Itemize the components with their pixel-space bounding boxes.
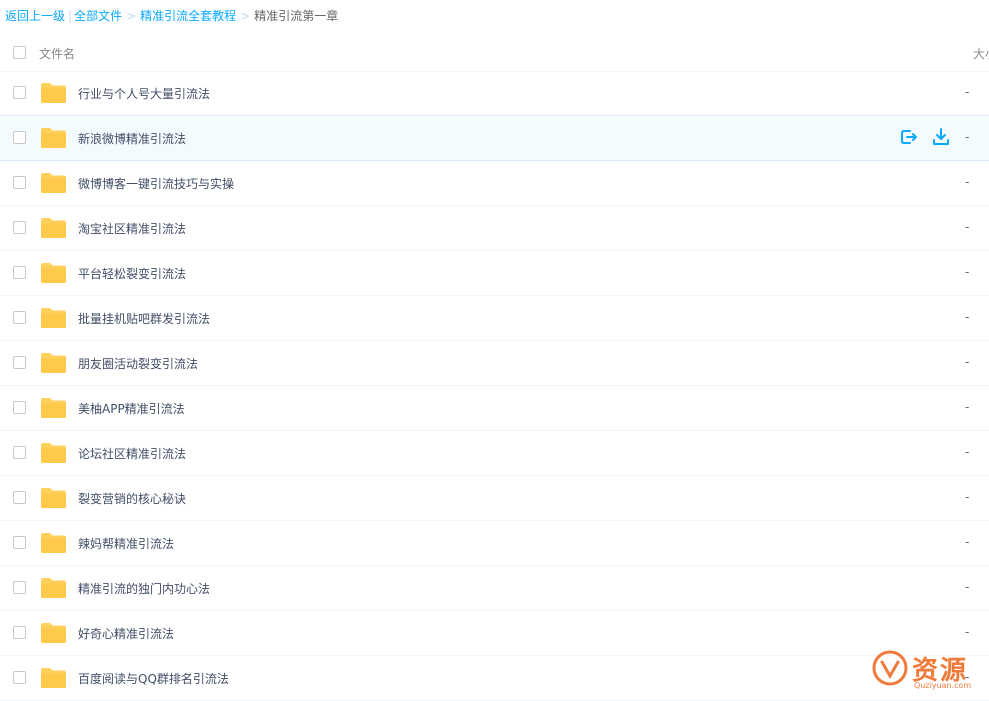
row-checkbox[interactable]: [13, 581, 26, 594]
row-checkbox[interactable]: [13, 221, 26, 234]
folder-name-link[interactable]: 论坛社区精准引流法: [78, 445, 186, 462]
watermark-logo-icon: [872, 650, 908, 686]
folder-icon[interactable]: [40, 442, 67, 464]
file-size: -: [965, 490, 970, 504]
file-size: -: [965, 535, 970, 549]
column-header-size[interactable]: 大小: [973, 45, 989, 62]
folder-icon[interactable]: [40, 127, 67, 149]
folder-icon[interactable]: [40, 667, 67, 689]
folder-icon[interactable]: [40, 487, 67, 509]
table-row[interactable]: 微博博客一键引流技巧与实操 -: [0, 161, 989, 206]
table-row[interactable]: 淘宝社区精准引流法 -: [0, 206, 989, 251]
column-header-name[interactable]: 文件名: [39, 45, 75, 62]
all-files-link[interactable]: 全部文件: [74, 9, 122, 23]
row-checkbox[interactable]: [13, 491, 26, 504]
select-all-checkbox[interactable]: [13, 46, 26, 59]
folder-icon[interactable]: [40, 217, 67, 239]
table-row[interactable]: 批量挂机贴吧群发引流法 -: [0, 296, 989, 341]
watermark: 资源 Quziyuan.com: [872, 650, 989, 694]
table-row[interactable]: 平台轻松裂变引流法 -: [0, 251, 989, 296]
file-size: -: [965, 220, 970, 234]
row-checkbox[interactable]: [13, 176, 26, 189]
table-row[interactable]: 行业与个人号大量引流法 -: [0, 71, 989, 116]
breadcrumb-separator: >: [240, 9, 251, 23]
folder-name-link[interactable]: 精准引流的独门内功心法: [78, 580, 210, 597]
table-row[interactable]: 论坛社区精准引流法 -: [0, 431, 989, 476]
folder-icon[interactable]: [40, 307, 67, 329]
file-size: -: [965, 355, 970, 369]
folder-name-link[interactable]: 美柚APP精准引流法: [78, 400, 185, 417]
row-checkbox[interactable]: [13, 356, 26, 369]
breadcrumb: 返回上一级 | 全部文件 > 精准引流全套教程 > 精准引流第一章: [5, 8, 338, 24]
table-row[interactable]: 辣妈帮精准引流法 -: [0, 521, 989, 566]
folder-name-link[interactable]: 裂变营销的核心秘诀: [78, 490, 186, 507]
row-checkbox[interactable]: [13, 626, 26, 639]
folder-icon[interactable]: [40, 397, 67, 419]
back-link[interactable]: 返回上一级: [5, 9, 65, 23]
folder-icon[interactable]: [40, 262, 67, 284]
folder-icon[interactable]: [40, 622, 67, 644]
table-row[interactable]: 好奇心精准引流法 -: [0, 611, 989, 656]
folder-name-link[interactable]: 平台轻松裂变引流法: [78, 265, 186, 282]
folder-name-link[interactable]: 好奇心精准引流法: [78, 625, 174, 642]
folder-icon[interactable]: [40, 577, 67, 599]
file-size: -: [965, 580, 970, 594]
row-checkbox[interactable]: [13, 536, 26, 549]
folder-name-link[interactable]: 辣妈帮精准引流法: [78, 535, 174, 552]
parent-folder-link[interactable]: 精准引流全套教程: [140, 9, 236, 23]
table-row[interactable]: 新浪微博精准引流法 -: [0, 115, 989, 161]
row-checkbox[interactable]: [13, 446, 26, 459]
folder-name-link[interactable]: 行业与个人号大量引流法: [78, 85, 210, 102]
row-checkbox[interactable]: [13, 311, 26, 324]
folder-name-link[interactable]: 百度阅读与QQ群排名引流法: [78, 670, 229, 687]
row-checkbox[interactable]: [13, 131, 26, 144]
file-size: -: [965, 175, 970, 189]
row-checkbox[interactable]: [13, 86, 26, 99]
share-icon[interactable]: [899, 127, 919, 147]
breadcrumb-pipe: |: [68, 9, 73, 23]
file-size: -: [965, 265, 970, 279]
file-size: -: [965, 625, 970, 639]
folder-icon[interactable]: [40, 532, 67, 554]
table-row[interactable]: 朋友圈活动裂变引流法 -: [0, 341, 989, 386]
row-checkbox[interactable]: [13, 401, 26, 414]
file-size: -: [965, 310, 970, 324]
file-size: -: [965, 85, 970, 99]
file-list: 行业与个人号大量引流法 - 新浪微博精准引流法 - 微博博客一键引流技巧与实操 - 淘宝社区…: [0, 71, 989, 701]
download-icon[interactable]: [931, 127, 951, 147]
folder-name-link[interactable]: 批量挂机贴吧群发引流法: [78, 310, 210, 327]
folder-icon[interactable]: [40, 172, 67, 194]
folder-icon[interactable]: [40, 352, 67, 374]
table-row[interactable]: 美柚APP精准引流法 -: [0, 386, 989, 431]
table-row[interactable]: 精准引流的独门内功心法 -: [0, 566, 989, 611]
table-row[interactable]: 裂变营销的核心秘诀 -: [0, 476, 989, 521]
row-checkbox[interactable]: [13, 266, 26, 279]
file-size: -: [965, 445, 970, 459]
folder-name-link[interactable]: 新浪微博精准引流法: [78, 130, 186, 147]
table-row[interactable]: 百度阅读与QQ群排名引流法 -: [0, 656, 989, 701]
watermark-url: Quziyuan.com: [914, 681, 972, 690]
breadcrumb-separator: >: [126, 9, 137, 23]
table-header: 文件名 大小: [0, 34, 989, 72]
file-size: -: [965, 130, 970, 144]
folder-name-link[interactable]: 朋友圈活动裂变引流法: [78, 355, 198, 372]
folder-name-link[interactable]: 淘宝社区精准引流法: [78, 220, 186, 237]
current-folder: 精准引流第一章: [254, 9, 339, 23]
file-size: -: [965, 400, 970, 414]
folder-icon[interactable]: [40, 82, 67, 104]
row-checkbox[interactable]: [13, 671, 26, 684]
folder-name-link[interactable]: 微博博客一键引流技巧与实操: [78, 175, 234, 192]
